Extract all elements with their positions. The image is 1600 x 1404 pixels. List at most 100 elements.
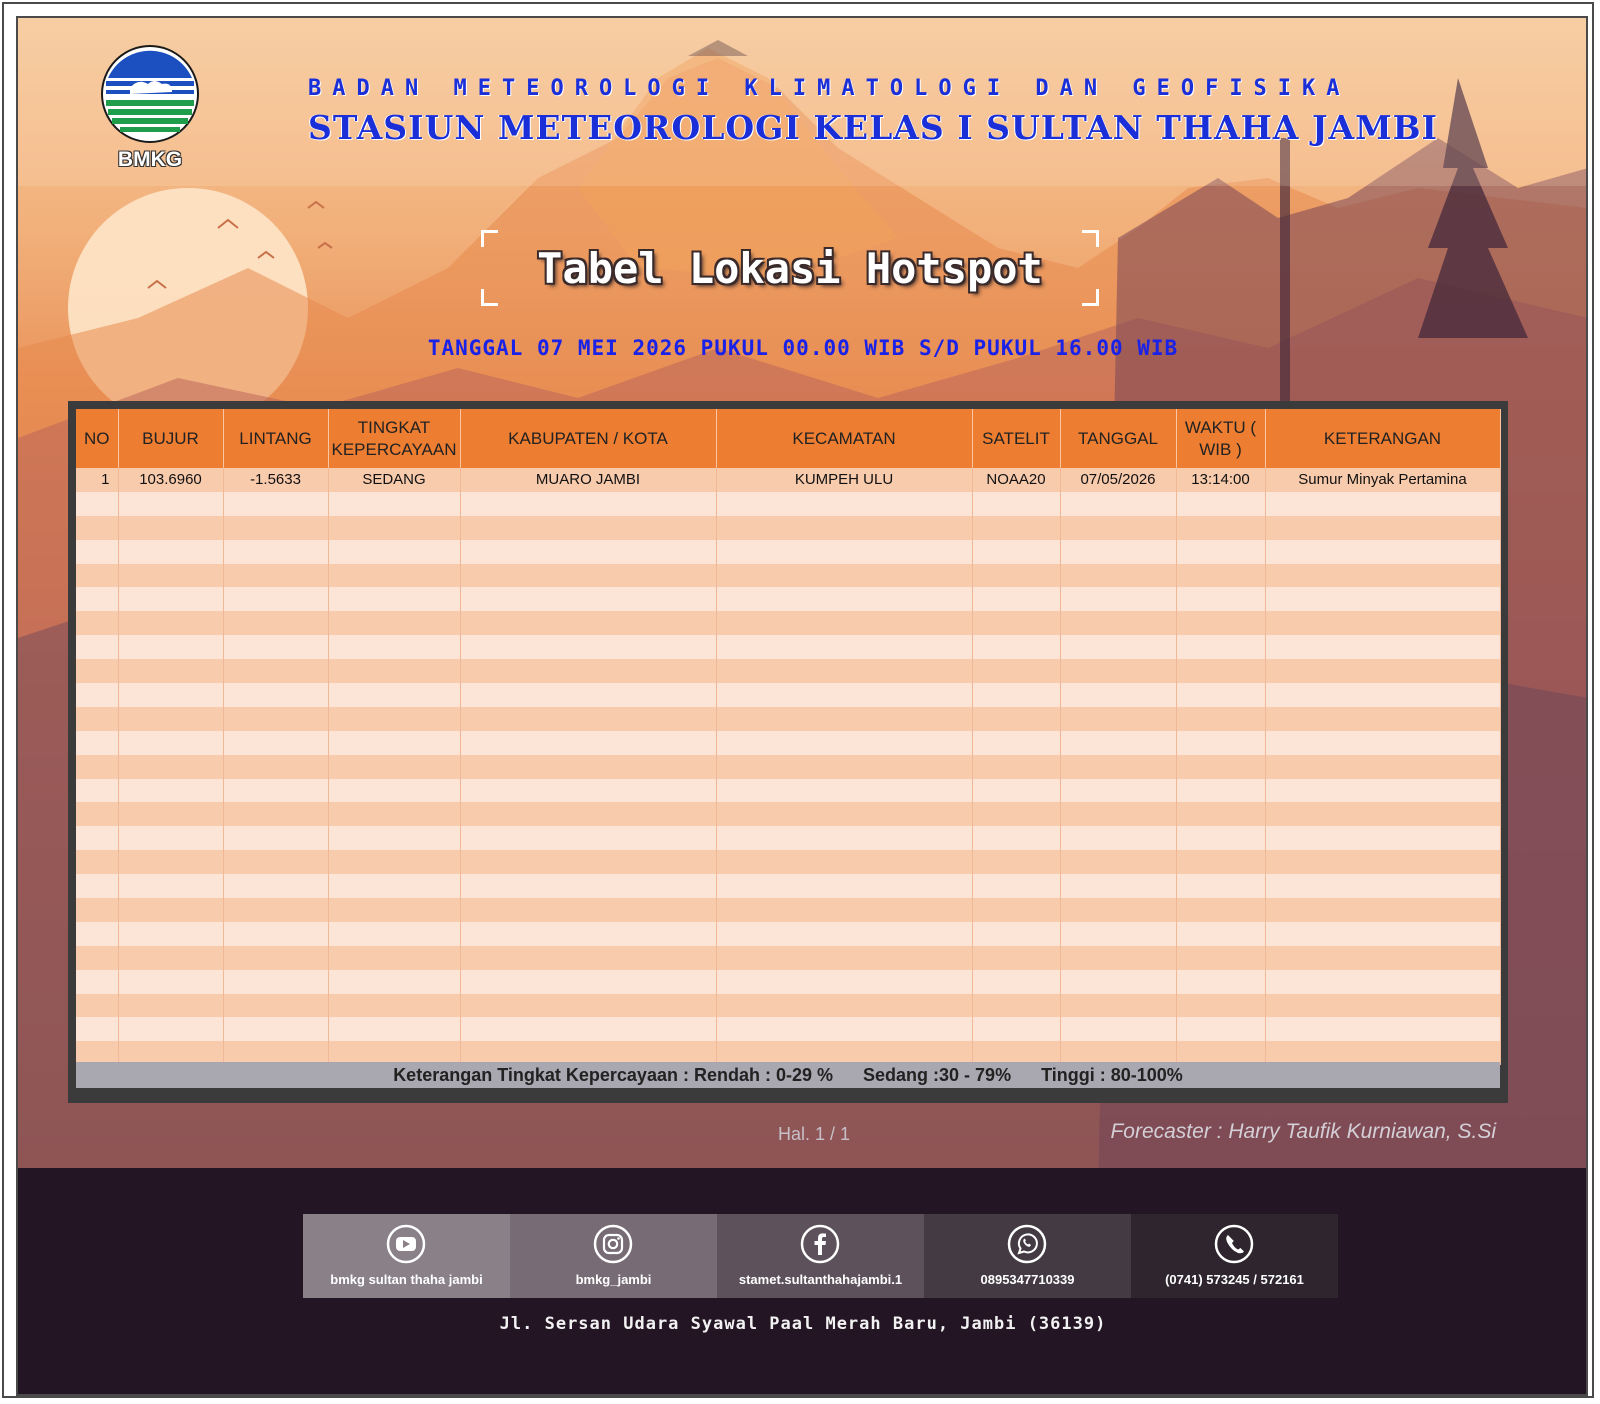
table-cell — [1265, 826, 1501, 851]
table-cell — [460, 898, 717, 922]
table-cell — [460, 826, 717, 851]
table-row — [76, 659, 1501, 684]
table-cell — [118, 635, 224, 660]
facebook-label: stamet.sultanthahajambi.1 — [738, 1272, 903, 1287]
table-cell — [328, 802, 461, 827]
table-cell — [460, 993, 717, 1018]
facebook-link[interactable]: stamet.sultanthahajambi.1 — [717, 1214, 924, 1298]
table-cell — [328, 921, 461, 946]
table-cell — [328, 659, 461, 684]
column-header: WAKTU ( WIB ) — [1176, 409, 1266, 468]
table-cell — [223, 945, 329, 970]
table-cell — [223, 874, 329, 899]
table-cell — [460, 491, 717, 516]
logo-text: BMKG — [117, 148, 183, 171]
confidence-tinggi: Tinggi : 80-100% — [1041, 1065, 1183, 1085]
outer-frame: BMKG BADAN METEOROLOGI KLIMATOLOGI DAN G… — [2, 2, 1594, 1398]
table-cell — [1176, 539, 1266, 564]
table-cell — [460, 706, 717, 731]
cell-tingkat: SEDANG — [328, 468, 461, 492]
table-row — [76, 563, 1501, 588]
table-row — [76, 921, 1501, 946]
table-cell — [1176, 754, 1266, 779]
table-row — [76, 539, 1501, 564]
table-cell — [972, 850, 1061, 875]
table-cell — [76, 611, 119, 636]
table-cell — [972, 683, 1061, 707]
table-cell — [972, 515, 1061, 540]
table-cell — [118, 1017, 224, 1042]
whatsapp-link[interactable]: 0895347710339 — [924, 1214, 1131, 1298]
table-cell — [1265, 611, 1501, 636]
table-cell — [328, 730, 461, 755]
table-cell — [328, 611, 461, 636]
table-cell — [1060, 539, 1177, 564]
table-cell — [118, 659, 224, 684]
table-row — [76, 874, 1501, 899]
table-cell — [1060, 945, 1177, 970]
table-cell — [1060, 802, 1177, 827]
table-cell — [1176, 515, 1266, 540]
table-cell — [223, 1017, 329, 1042]
table-cell — [716, 563, 973, 588]
address: Jl. Sersan Udara Syawal Paal Merah Baru,… — [499, 1314, 1107, 1334]
cell-keterangan: Sumur Minyak Pertamina — [1265, 468, 1501, 492]
column-header: LINTANG — [223, 409, 329, 468]
table-cell — [328, 754, 461, 779]
table-cell — [223, 826, 329, 851]
table-row — [76, 587, 1501, 612]
table-cell — [1265, 945, 1501, 970]
table-cell — [223, 706, 329, 731]
table-cell — [1060, 659, 1177, 684]
table-cell — [972, 539, 1061, 564]
instagram-link[interactable]: bmkg_jambi — [510, 1214, 717, 1298]
table-cell — [328, 1017, 461, 1042]
inner-frame: BMKG BADAN METEOROLOGI KLIMATOLOGI DAN G… — [16, 16, 1588, 1396]
table-cell — [76, 683, 119, 707]
table-cell — [460, 778, 717, 803]
cell-kecamatan: KUMPEH ULU — [716, 468, 973, 492]
table-cell — [328, 969, 461, 994]
table-cell — [223, 754, 329, 779]
table-cell — [1060, 826, 1177, 851]
table-cell — [76, 969, 119, 994]
instagram-icon — [593, 1224, 633, 1264]
page-title: Tabel Lokasi Hotspot — [537, 244, 1043, 293]
table-cell — [1176, 969, 1266, 994]
table-cell — [972, 659, 1061, 684]
table-cell — [460, 921, 717, 946]
table-cell — [118, 969, 224, 994]
station-name: STASIUN METEOROLOGI KELAS I SULTAN THAHA… — [308, 108, 1438, 147]
table-cell — [76, 563, 119, 588]
confidence-legend: Keterangan Tingkat Kepercayaan : Rendah … — [76, 1062, 1500, 1088]
table-cell — [972, 993, 1061, 1018]
column-header: NO — [76, 409, 119, 468]
table-cell — [972, 969, 1061, 994]
table-cell — [716, 635, 973, 660]
table-row — [76, 730, 1501, 755]
table-cell — [716, 539, 973, 564]
table-cell — [76, 826, 119, 851]
table-cell — [118, 945, 224, 970]
table-cell — [972, 635, 1061, 660]
table-row — [76, 898, 1501, 922]
table-row — [76, 969, 1501, 994]
whatsapp-icon — [1007, 1224, 1047, 1264]
table-cell — [1176, 993, 1266, 1018]
table-cell — [328, 587, 461, 612]
table-cell — [1176, 874, 1266, 899]
table-cell — [76, 635, 119, 660]
table-cell — [1176, 587, 1266, 612]
table-cell — [972, 826, 1061, 851]
table-cell — [1265, 515, 1501, 540]
cell-satelit: NOAA20 — [972, 468, 1061, 492]
table-cell — [223, 587, 329, 612]
table-cell — [223, 611, 329, 636]
table-cell — [716, 754, 973, 779]
table-cell — [223, 659, 329, 684]
table-cell — [328, 778, 461, 803]
phone-link[interactable]: (0741) 573245 / 572161 — [1131, 1214, 1338, 1298]
table-cell — [1265, 683, 1501, 707]
youtube-link[interactable]: bmkg sultan thaha jambi — [303, 1214, 510, 1298]
table-cell — [716, 611, 973, 636]
